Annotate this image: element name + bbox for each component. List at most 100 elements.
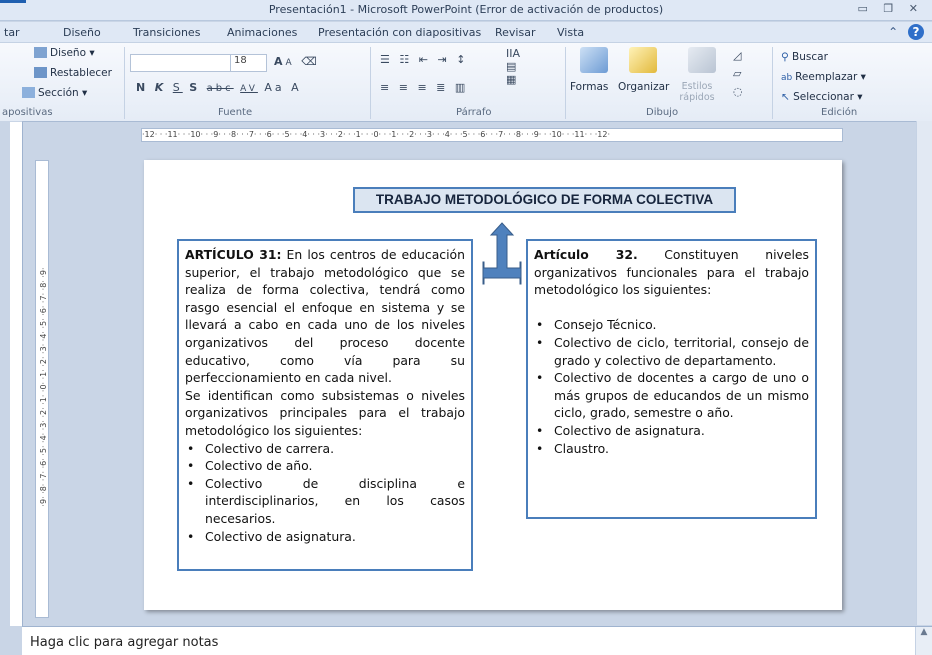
article-31-paragraph: ARTÍCULO 31: En los centros de educación… xyxy=(185,246,465,387)
line-spacing-icon[interactable]: ↕ xyxy=(456,53,468,66)
slides-pane-edge[interactable] xyxy=(10,122,23,626)
strike-button[interactable]: abc xyxy=(207,83,234,94)
ribbon: Diseño ▾ Restablecer Sección ▾ apositiva… xyxy=(0,42,932,122)
align-text-icon[interactable]: ▤ xyxy=(506,60,516,73)
align-left-icon[interactable]: ≡ xyxy=(380,81,392,94)
window-controls[interactable]: ▭ ❐ ✕ xyxy=(858,2,924,15)
font-name-combo[interactable] xyxy=(130,54,232,72)
shape-effects-icon[interactable]: ◌ xyxy=(733,85,743,98)
numbering-icon[interactable]: ☷ xyxy=(399,53,412,66)
font-size-combo[interactable]: 18 xyxy=(230,54,267,72)
drawing-group-label: Dibujo xyxy=(646,107,679,118)
tab-transitions[interactable]: Transiciones xyxy=(133,26,200,39)
list-item: Claustro. xyxy=(536,440,809,458)
double-arrow-shape[interactable] xyxy=(482,222,522,298)
font-color-icon[interactable]: A xyxy=(291,81,302,94)
tab-slideshow[interactable]: Presentación con diapositivas xyxy=(318,26,481,39)
separator xyxy=(772,47,773,119)
increase-indent-icon[interactable]: ⇥ xyxy=(437,53,449,66)
separator xyxy=(124,47,125,119)
quick-styles-button[interactable]: Estilos rápidos xyxy=(676,81,718,103)
shape-fill-icon[interactable]: ◿ xyxy=(733,49,741,62)
bold-button[interactable]: N xyxy=(136,81,148,94)
clear-format-icon[interactable]: ⌫ xyxy=(301,55,320,68)
list-item: Consejo Técnico. xyxy=(536,316,809,334)
shadow-button[interactable]: S xyxy=(189,81,200,94)
replace-button[interactable]: ab Reemplazar ▾ xyxy=(781,71,866,83)
editing-group-label: Edición xyxy=(821,107,858,118)
smartart-icon[interactable]: ▦ xyxy=(506,73,516,86)
arrange-icon[interactable] xyxy=(629,47,657,73)
find-button[interactable]: ⚲ Buscar xyxy=(781,51,828,63)
vertical-scrollbar[interactable] xyxy=(916,121,932,625)
quick-styles-icon[interactable] xyxy=(688,47,716,73)
section-icon xyxy=(22,87,35,98)
ribbon-tabs: tar Diseño Transiciones Animaciones Pres… xyxy=(0,22,932,42)
shape-outline-icon[interactable]: ▱ xyxy=(733,67,741,80)
notes-scroll-up-icon[interactable]: ▲ xyxy=(915,627,932,655)
list-item: Colectivo de ciclo, territorial, consejo… xyxy=(536,334,809,369)
article-32-list: Consejo Técnico. Colectivo de ciclo, ter… xyxy=(534,316,809,457)
shapes-icon[interactable] xyxy=(580,47,608,73)
help-icon[interactable]: ? xyxy=(908,24,924,40)
list-item: Colectivo de disciplina e interdisciplin… xyxy=(187,475,465,528)
bullets-icon[interactable]: ☰ xyxy=(380,53,393,66)
slide-title[interactable]: TRABAJO METODOLÓGICO DE FORMA COLECTIVA xyxy=(353,187,736,213)
article-31-box[interactable]: ARTÍCULO 31: En los centros de educación… xyxy=(177,239,473,571)
replace-icon: ab xyxy=(781,73,796,83)
minimize-ribbon-icon[interactable]: ⌃ xyxy=(888,25,898,39)
font-format-row: N K S S abc AV Aa A xyxy=(136,81,302,94)
slides-group-label: apositivas xyxy=(2,107,53,118)
list-item: Colectivo de asignatura. xyxy=(536,422,809,440)
justify-icon[interactable]: ≣ xyxy=(436,81,448,94)
list-item: Colectivo de asignatura. xyxy=(187,528,465,546)
reset-button[interactable]: Restablecer xyxy=(34,67,112,79)
notes-pane[interactable]: Haga clic para agregar notas ▲ xyxy=(22,626,932,655)
help-area: ⌃ ? xyxy=(888,24,924,40)
article-32-paragraph: Artículo 32. Constituyen niveles organiz… xyxy=(534,246,809,299)
align-right-icon[interactable]: ≡ xyxy=(417,81,429,94)
text-direction-icon[interactable]: IIA xyxy=(506,47,520,60)
shape-format-icons: ◿ ▱ ◌ xyxy=(733,47,743,101)
char-spacing-button[interactable]: AV xyxy=(240,84,258,94)
select-button[interactable]: ↖ Seleccionar ▾ xyxy=(781,91,863,103)
layout-icon xyxy=(34,47,47,58)
article-31-list: Colectivo de carrera. Colectivo de año. … xyxy=(185,440,465,546)
list-item: Colectivo de docentes a cargo de uno o m… xyxy=(536,369,809,422)
columns-icon[interactable]: ▥ xyxy=(455,81,468,94)
shapes-button[interactable]: Formas xyxy=(570,81,608,93)
change-case-button[interactable]: Aa xyxy=(264,81,284,94)
separator xyxy=(565,47,566,119)
grow-font-icon[interactable]: A xyxy=(274,55,286,68)
notes-placeholder[interactable]: Haga clic para agregar notas xyxy=(30,635,218,650)
separator xyxy=(370,47,371,119)
shrink-font-icon[interactable]: A xyxy=(286,58,295,68)
slide-canvas[interactable]: TRABAJO METODOLÓGICO DE FORMA COLECTIVA … xyxy=(144,160,842,610)
tab-insert[interactable]: tar xyxy=(4,26,20,39)
underline-button[interactable]: S xyxy=(173,81,183,94)
article-31-heading: ARTÍCULO 31: xyxy=(185,247,282,262)
vertical-ruler-labels: ·9· ·8· ·7· ·6· ·5· ·4· ·3· ·2· ·1· ·0· … xyxy=(39,267,48,507)
tab-review[interactable]: Revisar xyxy=(495,26,535,39)
grow-shrink-font[interactable]: AA ⌫ xyxy=(274,55,320,68)
article-31-body-2: Se identifican como subsistemas o nivele… xyxy=(185,387,465,438)
layout-button[interactable]: Diseño ▾ xyxy=(34,47,95,59)
cursor-icon: ↖ xyxy=(781,91,794,103)
decrease-indent-icon[interactable]: ⇤ xyxy=(419,53,431,66)
tab-animations[interactable]: Animaciones xyxy=(227,26,297,39)
align-center-icon[interactable]: ≡ xyxy=(399,81,411,94)
title-bar: Presentación1 - Microsoft PowerPoint (Er… xyxy=(0,0,932,21)
article-32-box[interactable]: Artículo 32. Constituyen niveles organiz… xyxy=(526,239,817,519)
section-button[interactable]: Sección ▾ xyxy=(22,87,87,99)
binoculars-icon: ⚲ xyxy=(781,51,793,63)
tab-design[interactable]: Diseño xyxy=(63,26,101,39)
italic-button[interactable]: K xyxy=(155,81,167,94)
paragraph-row-2: ≡ ≡ ≡ ≣ ▥ xyxy=(380,81,468,94)
article-31-body: En los centros de educación superior, el… xyxy=(185,247,465,386)
tab-view[interactable]: Vista xyxy=(557,26,584,39)
arrange-button[interactable]: Organizar xyxy=(618,81,669,93)
vertical-ruler: ·9· ·8· ·7· ·6· ·5· ·4· ·3· ·2· ·1· ·0· … xyxy=(35,160,49,618)
paragraph-row-1: ☰ ☷ ⇤ ⇥ ↕ xyxy=(380,53,468,66)
list-item: Colectivo de carrera. xyxy=(187,440,465,458)
